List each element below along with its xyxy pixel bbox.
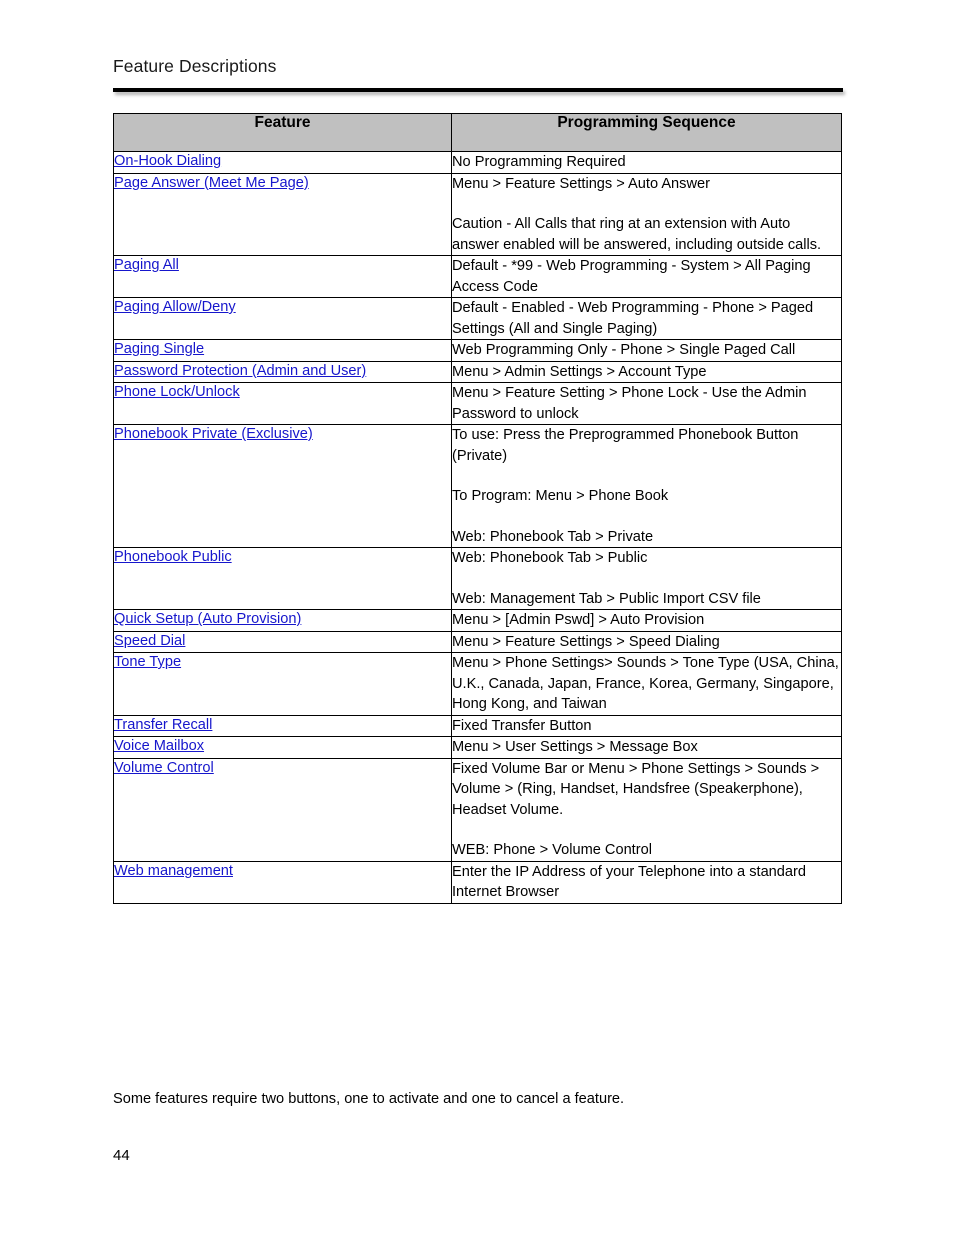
feature-link[interactable]: Paging All: [114, 257, 179, 273]
programming-sequence-line: Menu > Admin Settings > Account Type: [452, 363, 707, 380]
document-page: Feature Descriptions Feature Programming…: [0, 0, 954, 1235]
feature-link[interactable]: Page Answer (Meet Me Page): [114, 175, 309, 191]
feature-link[interactable]: Password Protection (Admin and User): [114, 363, 366, 379]
programming-sequence-line: Menu > User Settings > Message Box: [452, 739, 698, 755]
feature-link[interactable]: Phonebook Public: [114, 549, 232, 565]
feature-cell: Web management: [113, 860, 452, 904]
programming-sequence-line: Default - *99 - Web Programming - System…: [452, 258, 811, 295]
programming-sequence-line: Menu > Feature Setting > Phone Lock - Us…: [452, 385, 807, 422]
table-row: Web management Enter the IP Address of yo…: [113, 860, 842, 904]
table-row: Tone Type Menu > Phone Settings> Sounds >…: [113, 652, 842, 716]
title-divider: [113, 88, 843, 92]
programming-sequence-line: Fixed Volume Bar or Menu > Phone Setting…: [452, 760, 820, 818]
programming-sequence-line: To Program: Menu > Phone Book: [452, 488, 669, 504]
feature-link[interactable]: Transfer Recall: [114, 717, 212, 733]
table-row: Transfer Recall Fixed Transfer Button: [113, 714, 842, 737]
programming-sequence-cell: Menu > Phone Settings> Sounds > Tone Typ…: [451, 652, 842, 716]
feature-link[interactable]: Web management: [114, 863, 233, 879]
feature-link[interactable]: Phonebook Private (Exclusive): [114, 426, 313, 442]
feature-cell: Paging Single: [113, 339, 452, 362]
programming-sequence-line: Menu > Feature Settings > Speed Dialing: [452, 633, 720, 650]
programming-sequence-line: Enter the IP Address of your Telephone i…: [452, 863, 807, 901]
feature-cell: Tone Type: [113, 652, 452, 716]
feature-cell: Password Protection (Admin and User): [113, 360, 452, 383]
table-body: On-Hook Dialing No Programming Required Pa…: [113, 151, 842, 904]
feature-cell: Voice Mailbox: [113, 736, 452, 759]
feature-link[interactable]: Voice Mailbox: [114, 738, 204, 754]
feature-link[interactable]: On-Hook Dialing: [114, 153, 221, 169]
feature-link[interactable]: Paging Single: [114, 341, 204, 357]
table-row: Phone Lock/Unlock Menu > Feature Setting …: [113, 382, 842, 425]
programming-sequence-cell: Menu > Admin Settings > Account Type: [451, 360, 842, 383]
programming-sequence-cell: Menu > Feature Setting > Phone Lock - Us…: [451, 382, 842, 425]
column-header-programming-sequence: Programming Sequence: [451, 113, 842, 152]
feature-cell: Phonebook Public: [113, 547, 452, 610]
table-row: Volume Control Fixed Volume Bar or Menu >…: [113, 757, 842, 862]
table-row: Phonebook Private (Exclusive) To use: Pre…: [113, 424, 842, 548]
footnote-text: Some features require two buttons, one t…: [113, 1091, 625, 1107]
programming-sequence-cell: Default - *99 - Web Programming - System…: [451, 255, 842, 298]
table-header-row: Feature Programming Sequence: [113, 113, 842, 152]
programming-sequence-line: Menu > Feature Settings > Auto Answer: [452, 175, 710, 192]
programming-sequence-cell: Web: Phonebook Tab > Public Web: Manageme…: [451, 547, 842, 610]
programming-sequence-line: Web: Management Tab > Public Import CSV …: [452, 590, 761, 607]
table-row: On-Hook Dialing No Programming Required: [113, 151, 842, 174]
feature-cell: Phone Lock/Unlock: [113, 382, 452, 425]
feature-link[interactable]: Volume Control: [114, 760, 214, 776]
programming-sequence-line: WEB: Phone > Volume Control: [452, 842, 652, 858]
page-number: 44: [113, 1147, 130, 1164]
programming-sequence-cell: Menu > Feature Settings > Speed Dialing: [451, 630, 842, 653]
feature-programming-table: Feature Programming Sequence On-Hook Dia…: [113, 113, 842, 904]
table-row: Phonebook Public Web: Phonebook Tab > Pub…: [113, 547, 842, 610]
programming-sequence-line: No Programming Required: [452, 154, 626, 170]
programming-sequence-cell: To use: Press the Preprogrammed Phoneboo…: [451, 424, 842, 548]
feature-cell: Paging All: [113, 255, 452, 298]
feature-link[interactable]: Speed Dial: [114, 633, 185, 649]
programming-sequence-line: To use: Press the Preprogrammed Phoneboo…: [452, 427, 799, 464]
table-row: Quick Setup (Auto Provision) Menu > [Admi…: [113, 609, 842, 632]
page-title: Feature Descriptions: [113, 56, 277, 76]
feature-link[interactable]: Quick Setup (Auto Provision): [114, 611, 301, 627]
programming-sequence-line: Fixed Transfer Button: [452, 717, 592, 734]
programming-sequence-cell: Enter the IP Address of your Telephone i…: [451, 860, 842, 904]
feature-cell: Page Answer (Meet Me Page): [113, 172, 452, 256]
programming-sequence-cell: Web Programming Only - Phone > Single Pa…: [451, 339, 842, 362]
feature-link[interactable]: Paging Allow/Deny: [114, 299, 236, 315]
feature-cell: Phonebook Private (Exclusive): [113, 424, 452, 548]
programming-sequence-line: Menu > Phone Settings> Sounds > Tone Typ…: [452, 655, 839, 712]
feature-link[interactable]: Tone Type: [114, 654, 181, 670]
table-row: Paging All Default - *99 - Web Programmin…: [113, 255, 842, 298]
feature-cell: On-Hook Dialing: [113, 151, 452, 174]
table-row: Paging Single Web Programming Only - Phon…: [113, 339, 842, 362]
programming-sequence-cell: No Programming Required: [451, 151, 842, 174]
column-header-feature: Feature: [113, 113, 452, 152]
programming-sequence-line: Web: Phonebook Tab > Public: [452, 550, 648, 566]
feature-cell: Transfer Recall: [113, 714, 452, 737]
feature-cell: Paging Allow/Deny: [113, 297, 452, 340]
table-row: Page Answer (Meet Me Page) Menu > Feature…: [113, 172, 842, 256]
programming-sequence-line: Web Programming Only - Phone > Single Pa…: [452, 342, 796, 358]
programming-sequence-cell: Menu > User Settings > Message Box: [451, 736, 842, 759]
table-row: Speed Dial Menu > Feature Settings > Spee…: [113, 630, 842, 653]
programming-sequence-cell: Menu > [Admin Pswd] > Auto Provision: [451, 609, 842, 632]
programming-sequence-cell: Default - Enabled - Web Programming - Ph…: [451, 297, 842, 340]
feature-cell: Volume Control: [113, 757, 452, 862]
table-row: Voice Mailbox Menu > User Settings > Mess…: [113, 736, 842, 759]
programming-sequence-cell: Menu > Feature Settings > Auto Answer Cau…: [451, 172, 842, 256]
programming-sequence-cell: Fixed Volume Bar or Menu > Phone Setting…: [451, 757, 842, 862]
programming-sequence-line: Menu > [Admin Pswd] > Auto Provision: [452, 612, 705, 628]
feature-link[interactable]: Phone Lock/Unlock: [114, 384, 240, 400]
programming-sequence-cell: Fixed Transfer Button: [451, 714, 842, 737]
programming-sequence-line: Default - Enabled - Web Programming - Ph…: [452, 300, 814, 337]
feature-cell: Quick Setup (Auto Provision): [113, 609, 452, 632]
programming-sequence-line: Caution - All Calls that ring at an exte…: [452, 216, 822, 253]
programming-sequence-line: Web: Phonebook Tab > Private: [452, 528, 654, 545]
table-row: Paging Allow/Deny Default - Enabled - Web…: [113, 297, 842, 340]
table-row: Password Protection (Admin and User) Menu…: [113, 360, 842, 383]
feature-cell: Speed Dial: [113, 630, 452, 653]
